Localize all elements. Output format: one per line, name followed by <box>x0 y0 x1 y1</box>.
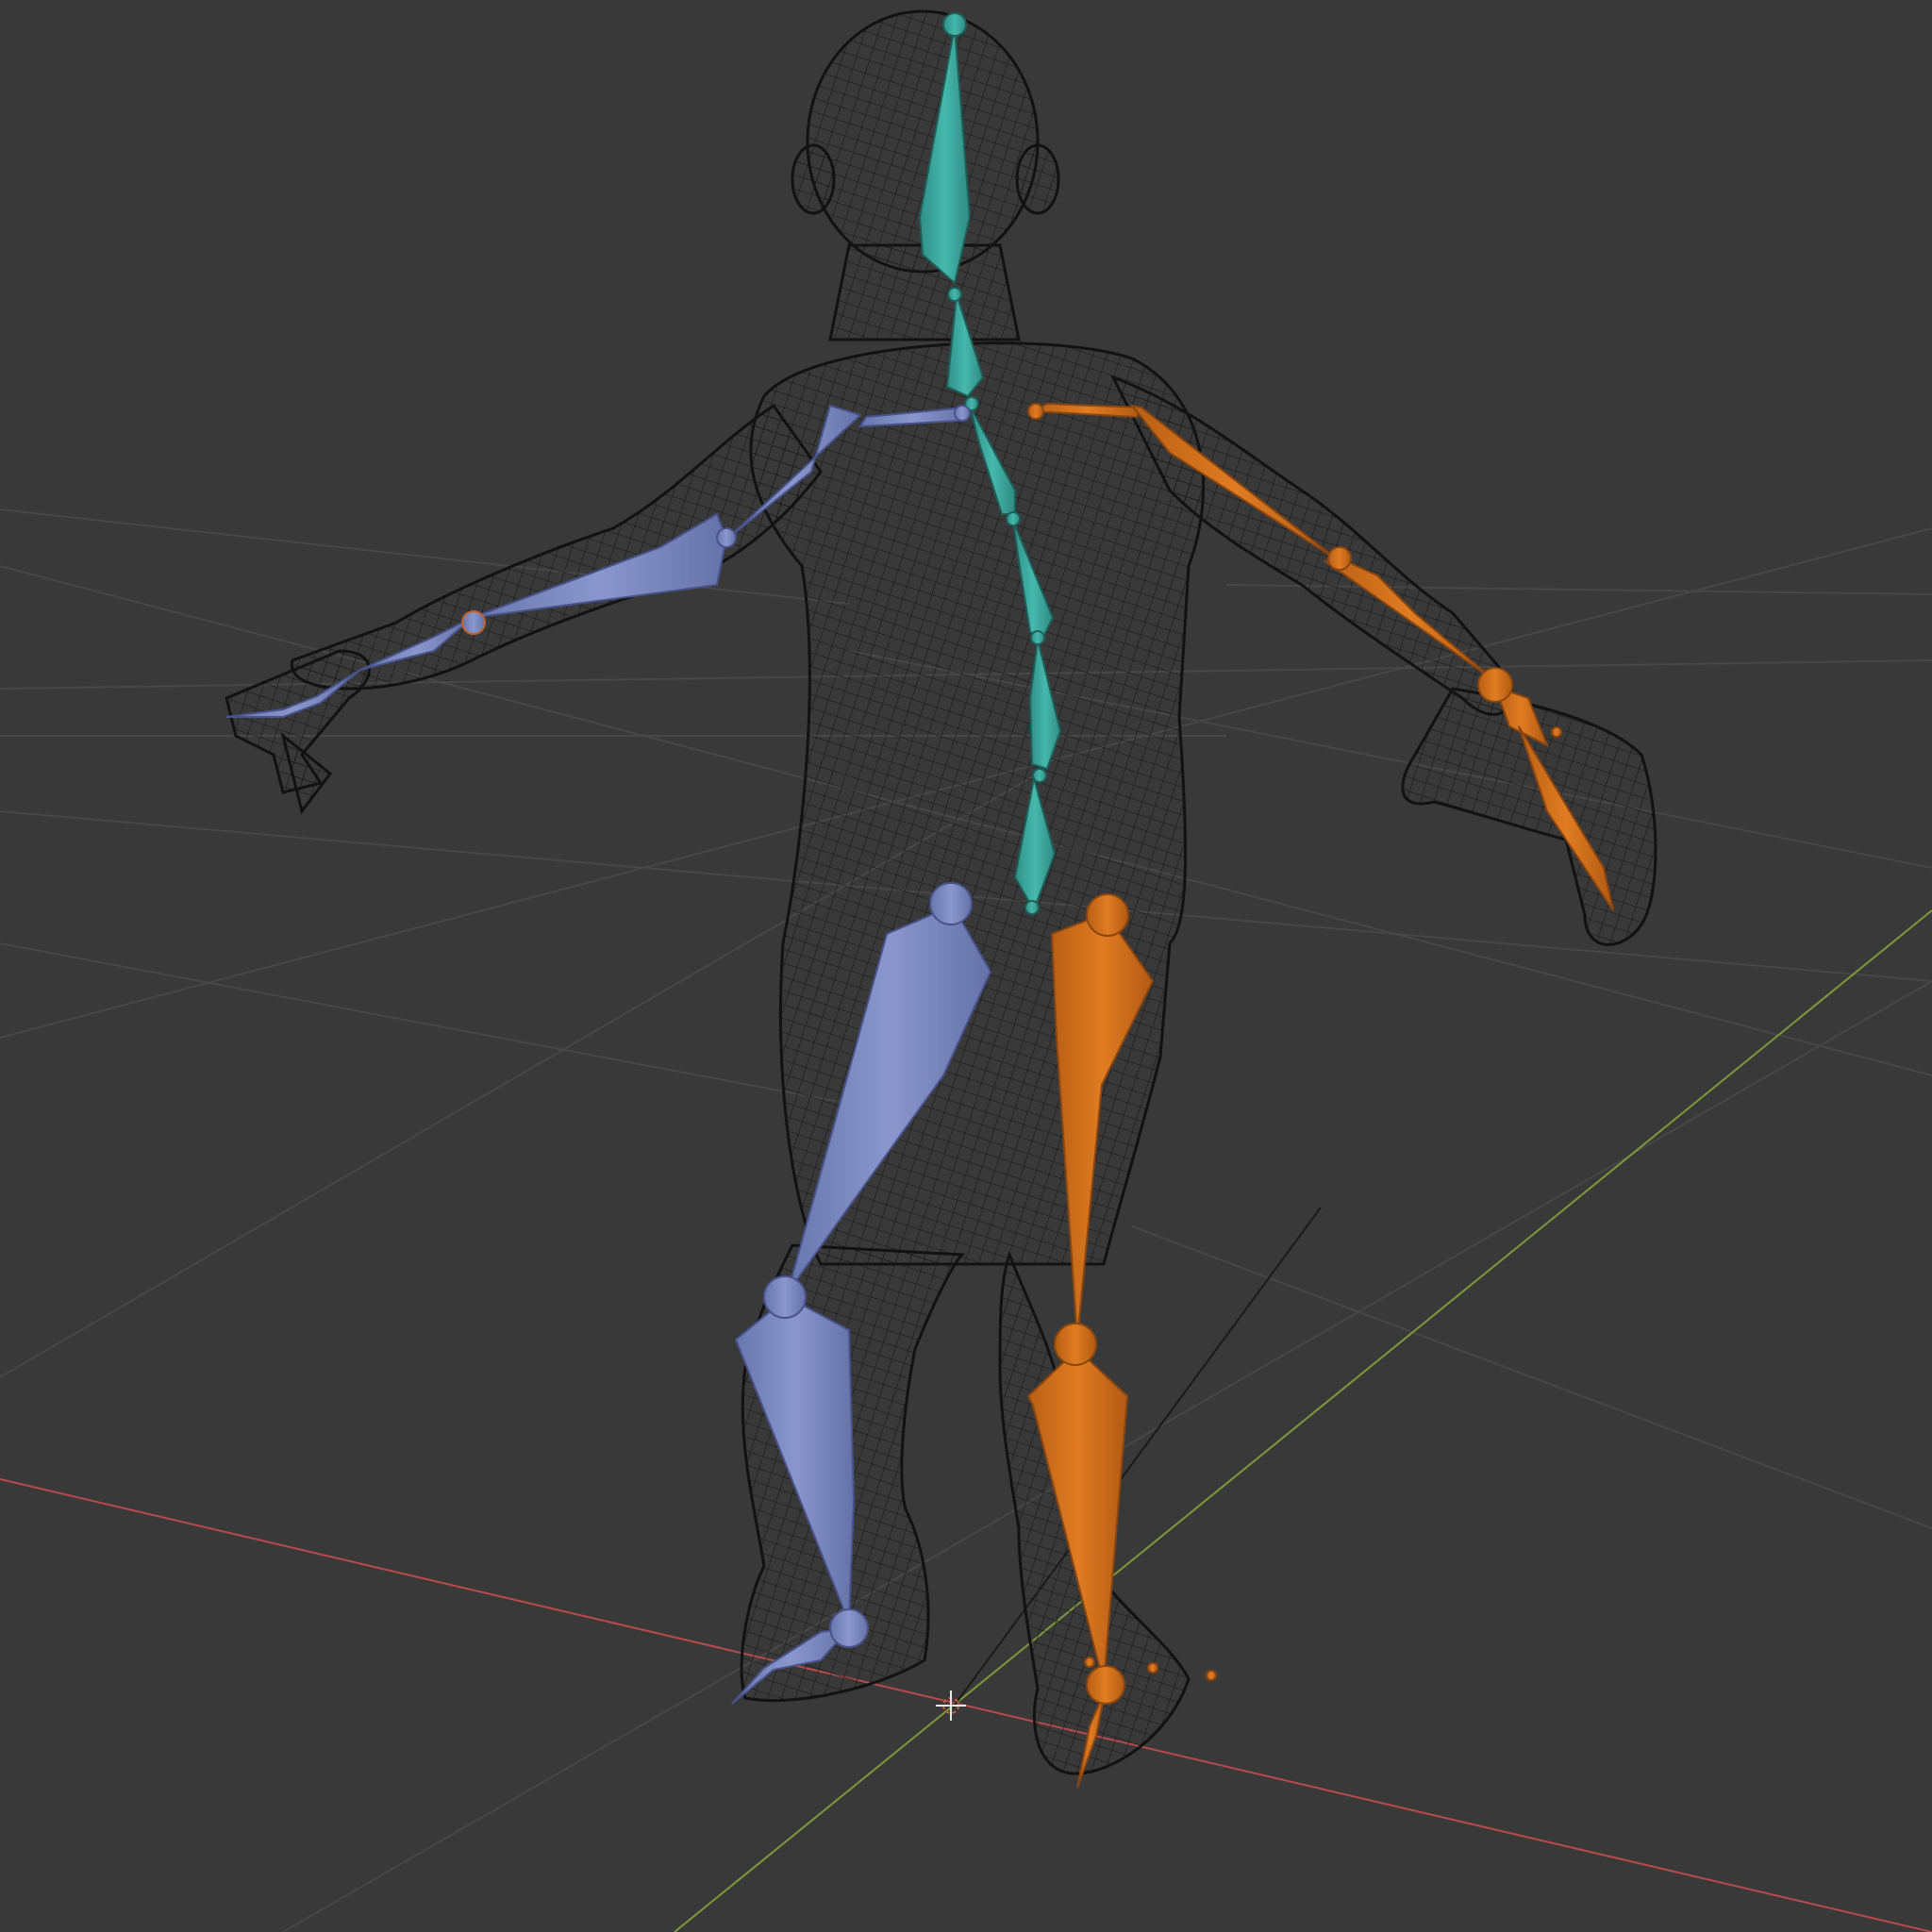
joint-shoulder-r <box>1027 403 1044 420</box>
joint-neck <box>947 287 962 302</box>
joint-toe-r-2 <box>1147 1662 1158 1674</box>
joint-spine2 <box>1030 630 1045 645</box>
joint-wrist-l <box>461 610 486 635</box>
3d-viewport[interactable] <box>0 0 1932 1932</box>
joint-spine1 <box>1006 511 1021 526</box>
joint-head-tip <box>942 12 967 37</box>
joint-spine3 <box>1032 768 1047 783</box>
joint-finger-r <box>1551 726 1562 738</box>
joint-toe-r-1 <box>1084 1657 1095 1668</box>
joint-hip-r <box>1086 893 1129 937</box>
joint-hip-l <box>929 882 973 925</box>
joint-ankle-l <box>829 1608 869 1648</box>
joint-knee-r <box>1054 1323 1097 1366</box>
joint-toe-r-3 <box>1206 1670 1217 1681</box>
viewport-canvas[interactable] <box>0 0 1932 1932</box>
joint-hips <box>1024 900 1040 915</box>
joint-wrist-r <box>1477 667 1513 703</box>
joint-knee-l <box>763 1275 807 1319</box>
joint-shoulder-l <box>954 405 971 422</box>
joint-elbow-l <box>716 527 737 548</box>
joint-ankle-r <box>1086 1665 1125 1705</box>
joint-elbow-r <box>1327 546 1352 571</box>
